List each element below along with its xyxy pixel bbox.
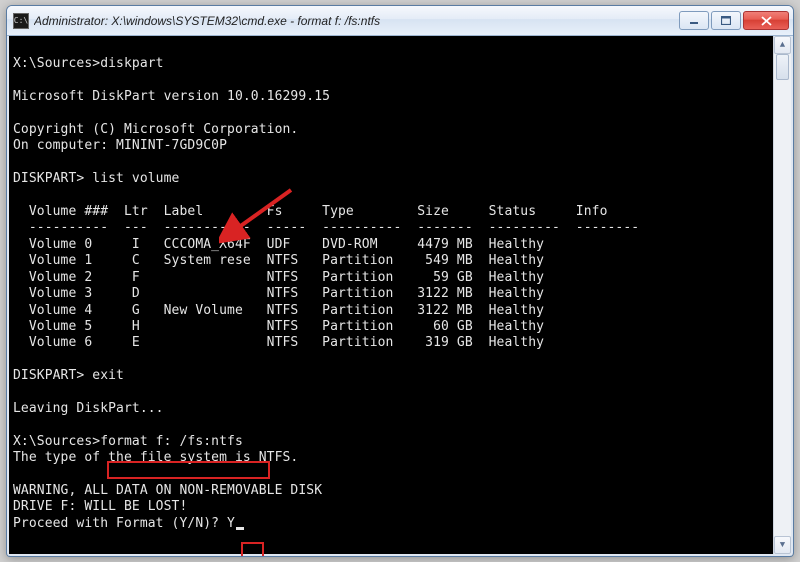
console-client-area: X:\Sources>diskpart Microsoft DiskPart v… bbox=[7, 36, 793, 556]
scroll-track[interactable] bbox=[774, 54, 791, 536]
text-cursor bbox=[236, 527, 244, 530]
cmd-icon: C:\ bbox=[13, 13, 29, 29]
console-output[interactable]: X:\Sources>diskpart Microsoft DiskPart v… bbox=[9, 36, 773, 554]
window-title: Administrator: X:\windows\SYSTEM32\cmd.e… bbox=[34, 14, 679, 28]
close-button[interactable] bbox=[743, 11, 789, 30]
cmd-window: C:\ Administrator: X:\windows\SYSTEM32\c… bbox=[6, 5, 794, 557]
scroll-down-button[interactable]: ▼ bbox=[774, 536, 791, 554]
maximize-button[interactable] bbox=[711, 11, 741, 30]
scroll-up-button[interactable]: ▲ bbox=[774, 36, 791, 54]
minimize-button[interactable] bbox=[679, 11, 709, 30]
window-controls bbox=[679, 11, 789, 30]
vertical-scrollbar[interactable]: ▲ ▼ bbox=[773, 36, 791, 554]
titlebar[interactable]: C:\ Administrator: X:\windows\SYSTEM32\c… bbox=[7, 6, 793, 36]
scroll-thumb[interactable] bbox=[776, 54, 789, 80]
